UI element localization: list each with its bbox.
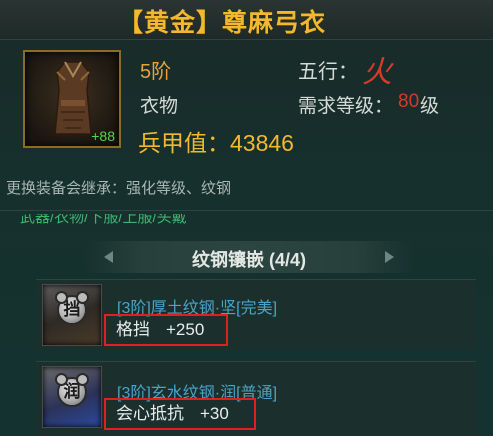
gem-slot-2[interactable]: 润 [3阶]玄水纹钢·润[普通] 会心抵抗 +30: [36, 361, 476, 436]
item-level-badge: +88: [91, 128, 115, 144]
armor-power-value: 43846: [230, 130, 294, 156]
item-category: 衣物: [140, 96, 179, 117]
robe-icon: [54, 61, 92, 135]
required-level-unit: 级: [420, 96, 440, 117]
gem-section-header: 纹钢镶嵌 (4/4): [84, 241, 414, 273]
gem-section-title: 纹钢镶嵌 (4/4): [191, 250, 306, 270]
gem-icon[interactable]: 挡: [42, 284, 102, 346]
gem-badge-icon: 润: [55, 373, 89, 407]
divider: [0, 210, 493, 211]
item-grade: 5阶: [140, 61, 172, 83]
armor-power: 兵甲值：43846: [138, 124, 294, 158]
item-icon-frame[interactable]: +88: [23, 50, 121, 148]
required-level-label: 需求等级：: [298, 96, 394, 117]
wuxing-label: 五行：: [298, 61, 358, 83]
gem-badge-icon: 挡: [55, 291, 89, 325]
item-tooltip-panel: 【黄金】尊麻弓衣 +88 5阶 五行： 火 衣物 需求等级： 80 级 兵甲值：…: [0, 0, 493, 436]
gem-stat-highlight: 会心抵抗 +30: [104, 398, 256, 430]
gem-stat-label: 会心抵抗: [116, 404, 184, 423]
gem-slot-1[interactable]: 挡 [3阶]厚土纹钢·坚[完美] 格挡 +250: [36, 279, 476, 349]
fire-element-icon: 火: [362, 55, 392, 90]
armor-power-label: 兵甲值：: [138, 130, 230, 156]
equipment-tabs-clip: 武器/衣物/下服/上服/头戴: [20, 214, 280, 226]
item-title: 【黄金】尊麻弓衣: [118, 9, 327, 37]
equipment-tabs[interactable]: 武器/衣物/下服/上服/头戴: [20, 214, 187, 226]
arrow-right-icon: [385, 251, 394, 263]
gem-stat-highlight: 格挡 +250: [104, 314, 228, 346]
title-bar: 【黄金】尊麻弓衣: [0, 0, 493, 40]
inherit-note: 更换装备会继承：强化等级、纹钢: [6, 180, 232, 197]
gem-stat-value: +250: [166, 320, 205, 339]
required-level-value: 80: [398, 91, 420, 112]
gem-stat-value: +30: [200, 404, 229, 423]
gem-icon[interactable]: 润: [42, 366, 102, 428]
gem-stat-label: 格挡: [116, 320, 150, 339]
